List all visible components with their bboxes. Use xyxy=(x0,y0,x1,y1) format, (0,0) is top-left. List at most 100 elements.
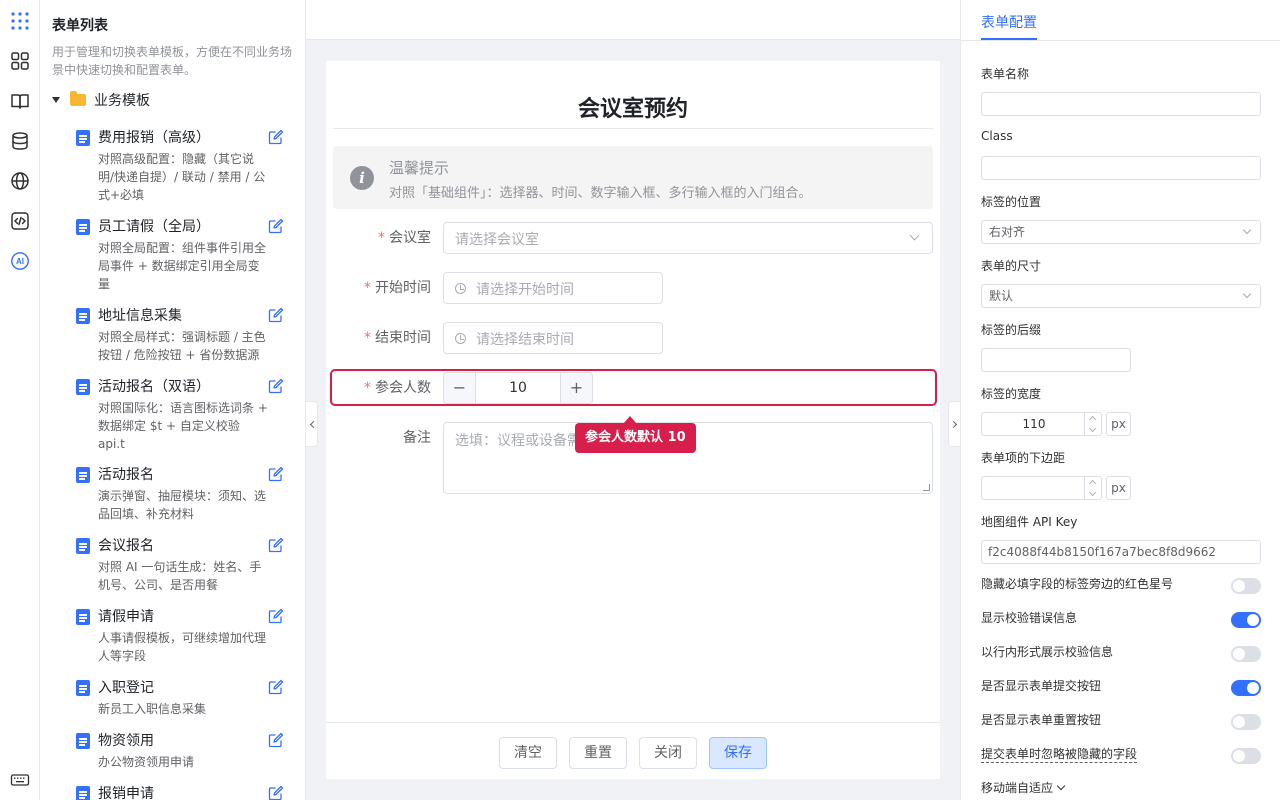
clock-icon xyxy=(455,283,466,294)
start-time-label: * 开始时间 xyxy=(364,280,431,296)
tab-form-config[interactable]: 表单配置 xyxy=(981,12,1037,32)
list-item-title: 员工请假（全局） xyxy=(98,219,210,235)
group-business-templates[interactable]: 业务模板 xyxy=(52,90,150,110)
edit-icon[interactable] xyxy=(268,466,284,482)
attendees-value[interactable]: 10 xyxy=(476,373,560,403)
reset-button[interactable]: 重置 xyxy=(569,737,627,769)
api-key-label: 地图组件 API Key xyxy=(981,515,1078,529)
switch-label: 显示校验错误信息 xyxy=(981,611,1078,625)
list-item-desc: 人事请假模板，可继续增加代理人等字段 xyxy=(98,631,267,663)
document-icon xyxy=(76,680,90,696)
document-icon xyxy=(76,609,90,625)
list-item-title: 费用报销（高级） xyxy=(98,130,210,146)
clear-button[interactable]: 清空 xyxy=(499,737,557,769)
label-position-value: 右对齐 xyxy=(989,225,1026,239)
book-icon[interactable] xyxy=(8,89,32,113)
center-toolbar xyxy=(306,0,960,40)
notes-label: 备注 xyxy=(403,430,431,446)
collapse-right-button[interactable] xyxy=(948,401,960,447)
edit-icon[interactable] xyxy=(268,537,284,553)
list-item-desc: 演示弹窗、抽屉模块：须知、选品回填、补充材料 xyxy=(98,489,267,521)
database-icon[interactable] xyxy=(8,129,32,153)
mobile-adapt-toggle[interactable]: 移动端自适应 xyxy=(981,779,1066,796)
start-time-placeholder: 请选择开始时间 xyxy=(476,282,574,298)
form-name-input[interactable] xyxy=(981,92,1261,116)
list-item-title: 活动报名（双语） xyxy=(98,379,210,395)
attendees-stepper: − 10 + xyxy=(443,372,593,404)
form-size-label: 表单的尺寸 xyxy=(981,259,1042,273)
folder-icon xyxy=(70,91,86,106)
item-margin-number[interactable] xyxy=(981,476,1102,500)
spin-arrows-icon[interactable] xyxy=(1084,413,1101,435)
list-item-title: 会议报名 xyxy=(98,538,154,554)
edit-icon[interactable] xyxy=(268,218,284,234)
end-time-picker[interactable]: 请选择结束时间 xyxy=(443,322,663,354)
toggle-switch[interactable] xyxy=(1231,748,1261,764)
components-icon[interactable] xyxy=(8,49,32,73)
document-icon xyxy=(76,733,90,749)
required-mark: * xyxy=(364,380,371,396)
clock-icon xyxy=(455,333,466,344)
collapse-left-button[interactable] xyxy=(306,401,318,447)
close-button[interactable]: 关闭 xyxy=(639,737,697,769)
toggle-switch[interactable] xyxy=(1231,680,1261,696)
tip-alert: i 温馨提示 对照「基础组件」：选择器、时间、数字输入框、多行输入框的入门组合。 xyxy=(333,146,933,209)
room-select[interactable]: 请选择会议室 xyxy=(443,222,933,254)
increment-button[interactable]: + xyxy=(560,373,592,403)
edit-icon[interactable] xyxy=(268,129,284,145)
edit-icon[interactable] xyxy=(268,378,284,394)
save-button[interactable]: 保存 xyxy=(709,737,767,769)
globe-icon[interactable] xyxy=(8,169,32,193)
toggle-switch[interactable] xyxy=(1231,578,1261,594)
ai-icon[interactable]: AI xyxy=(8,249,32,273)
item-margin-label: 表单项的下边距 xyxy=(981,451,1066,465)
edit-icon[interactable] xyxy=(268,785,284,800)
apps-grid-icon[interactable] xyxy=(8,9,32,33)
list-item-desc: 对照 AI 一句话生成：姓名、手机号、公司、是否用餐 xyxy=(98,560,262,592)
chevron-down-icon xyxy=(1056,781,1066,791)
document-icon xyxy=(76,467,90,483)
icon-rail: AI xyxy=(0,0,40,800)
group-label: 业务模板 xyxy=(94,93,150,109)
sidebar-description: 用于管理和切换表单模板，方便在不同业务场景中快速切换和配置表单。 xyxy=(52,45,293,77)
toggle-switch[interactable] xyxy=(1231,714,1261,730)
label-width-value[interactable]: 110 xyxy=(982,413,1086,435)
list-item-title: 请假申请 xyxy=(98,609,154,625)
item-margin-unit: px xyxy=(1106,476,1131,500)
sidebar-title: 表单列表 xyxy=(52,18,108,34)
resize-handle[interactable] xyxy=(923,484,930,491)
attendees-label: * 参会人数 xyxy=(364,380,431,396)
edit-icon[interactable] xyxy=(268,608,284,624)
list-item-desc: 办公物资领用申请 xyxy=(98,755,195,769)
switch-label: 是否显示表单重置按钮 xyxy=(981,713,1102,727)
tip-text: 对照「基础组件」：选择器、时间、数字输入框、多行输入框的入门组合。 xyxy=(389,186,812,201)
decrement-button[interactable]: − xyxy=(444,373,476,403)
label-suffix-input[interactable] xyxy=(981,348,1131,372)
label-position-select[interactable]: 右对齐 xyxy=(981,220,1261,244)
start-time-picker[interactable]: 请选择开始时间 xyxy=(443,272,663,304)
form-footer: 清空 重置 关闭 保存 xyxy=(326,722,940,779)
label-width-label: 标签的宽度 xyxy=(981,387,1042,401)
document-icon xyxy=(76,219,90,235)
api-key-input[interactable]: f2c4088f44b8150f167a7bec8f8d9662 xyxy=(981,540,1261,564)
tab-divider xyxy=(961,40,1280,41)
spin-arrows-icon[interactable] xyxy=(1084,477,1101,499)
class-input[interactable] xyxy=(981,156,1261,180)
toggle-switch[interactable] xyxy=(1231,646,1261,662)
label-width-number[interactable]: 110 xyxy=(981,412,1102,436)
switch-label: 是否显示表单提交按钮 xyxy=(981,679,1102,693)
keyboard-icon[interactable] xyxy=(8,768,32,792)
switch-label: 以行内形式展示校验信息 xyxy=(981,645,1114,659)
edit-icon[interactable] xyxy=(268,732,284,748)
edit-icon[interactable] xyxy=(268,307,284,323)
edit-icon[interactable] xyxy=(268,679,284,695)
title-divider xyxy=(333,128,933,129)
class-label: Class xyxy=(981,129,1013,143)
list-item-title: 活动报名 xyxy=(98,467,154,483)
room-placeholder: 请选择会议室 xyxy=(455,232,539,248)
caret-down-icon[interactable] xyxy=(52,97,60,103)
toggle-switch[interactable] xyxy=(1231,612,1261,628)
list-item-title: 入职登记 xyxy=(98,680,154,696)
code-icon[interactable] xyxy=(8,209,32,233)
form-size-select[interactable]: 默认 xyxy=(981,284,1261,308)
